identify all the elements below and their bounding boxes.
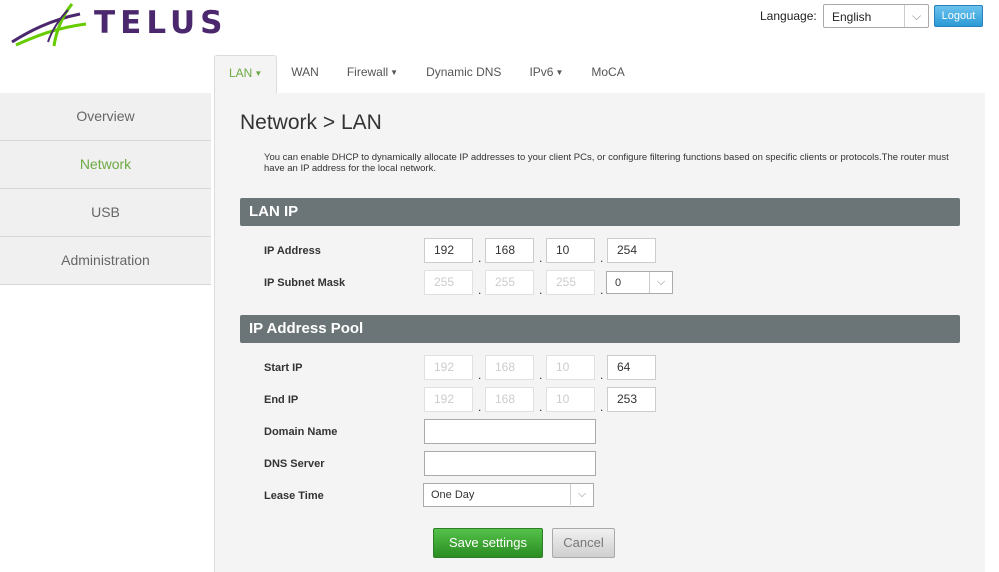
sidebar-item-overview[interactable]: Overview bbox=[0, 93, 211, 141]
chevron-down-icon: ⌵ bbox=[570, 484, 593, 505]
tab-ipv6-label: IPv6 bbox=[529, 65, 554, 79]
end-ip-label: End IP bbox=[264, 394, 299, 406]
caret-down-icon: ▼ bbox=[254, 69, 263, 78]
subnet-mask-octet-1: 255 bbox=[424, 270, 473, 295]
telus-logo: TELUS bbox=[10, 2, 235, 48]
section-ip-address-pool: IP Address Pool bbox=[240, 315, 960, 343]
domain-name-input[interactable] bbox=[424, 419, 596, 444]
caret-down-icon: ▼ bbox=[390, 68, 399, 77]
ip-address-label: IP Address bbox=[264, 245, 321, 257]
tab-moca[interactable]: MoCA bbox=[577, 55, 638, 93]
sidebar-item-network[interactable]: Network bbox=[0, 141, 211, 189]
tab-moca-label: MoCA bbox=[591, 65, 625, 79]
tab-dynamic-dns-label: Dynamic DNS bbox=[426, 65, 502, 79]
octet-separator: . bbox=[478, 251, 482, 265]
page-title: Network > LAN bbox=[240, 111, 382, 134]
octet-separator: . bbox=[539, 400, 543, 414]
subnet-mask-octet-4-select[interactable]: 0 ⌵ bbox=[606, 271, 673, 294]
logout-button[interactable]: Logout bbox=[934, 5, 983, 27]
octet-separator: . bbox=[478, 368, 482, 382]
subnet-mask-octet-4-value: 0 bbox=[615, 277, 622, 289]
ip-address-octet-3[interactable]: 10 bbox=[546, 238, 595, 263]
language-label: Language: bbox=[760, 9, 817, 23]
tab-lan-label: LAN bbox=[229, 66, 253, 80]
tab-firewall[interactable]: Firewall ▼ bbox=[333, 55, 412, 93]
tab-dynamic-dns[interactable]: Dynamic DNS bbox=[412, 55, 515, 93]
octet-separator: . bbox=[478, 400, 482, 414]
end-ip-octet-2: 168 bbox=[485, 387, 534, 412]
lease-time-label: Lease Time bbox=[264, 490, 324, 502]
start-ip-label: Start IP bbox=[264, 362, 303, 374]
octet-separator: . bbox=[539, 283, 543, 297]
tab-firewall-label: Firewall bbox=[346, 65, 389, 79]
main-content: Network > LAN You can enable DHCP to dyn… bbox=[214, 93, 985, 572]
start-ip-octet-4[interactable]: 64 bbox=[607, 355, 656, 380]
octet-separator: . bbox=[539, 251, 543, 265]
end-ip-octet-3: 10 bbox=[546, 387, 595, 412]
page-description: You can enable DHCP to dynamically alloc… bbox=[264, 152, 949, 174]
subnet-mask-label: IP Subnet Mask bbox=[264, 277, 346, 289]
domain-name-label: Domain Name bbox=[264, 426, 338, 438]
end-ip-octet-1: 192 bbox=[424, 387, 473, 412]
octet-separator: . bbox=[478, 283, 482, 297]
start-ip-octet-3: 10 bbox=[546, 355, 595, 380]
sidebar: Overview Network USB Administration bbox=[0, 93, 211, 285]
dns-server-input[interactable] bbox=[424, 451, 596, 476]
language-value: English bbox=[832, 10, 872, 24]
ip-address-octet-4[interactable]: 254 bbox=[607, 238, 656, 263]
ip-address-octet-1[interactable]: 192 bbox=[424, 238, 473, 263]
end-ip-octet-4[interactable]: 253 bbox=[607, 387, 656, 412]
chevron-down-icon: ⌵ bbox=[649, 272, 672, 293]
lease-time-select[interactable]: One Day ⌵ bbox=[423, 483, 594, 507]
chevron-down-icon: ⌵ bbox=[904, 5, 928, 27]
section-lan-ip: LAN IP bbox=[240, 198, 960, 226]
telus-swoosh-icon bbox=[11, 3, 87, 47]
octet-separator: . bbox=[600, 283, 604, 297]
caret-down-icon: ▼ bbox=[555, 68, 564, 77]
save-settings-button[interactable]: Save settings bbox=[433, 528, 543, 558]
cancel-button[interactable]: Cancel bbox=[552, 528, 615, 558]
octet-separator: . bbox=[600, 400, 604, 414]
brand-wordmark: TELUS bbox=[94, 5, 228, 41]
octet-separator: . bbox=[539, 368, 543, 382]
top-nav-tabs: LAN ▼ WAN Firewall ▼ Dynamic DNS IPv6 ▼ MoC… bbox=[214, 55, 639, 93]
tab-ipv6[interactable]: IPv6 ▼ bbox=[515, 55, 577, 93]
tab-wan[interactable]: WAN bbox=[277, 55, 333, 93]
sidebar-item-usb[interactable]: USB bbox=[0, 189, 211, 237]
subnet-mask-octet-3: 255 bbox=[546, 270, 595, 295]
tab-lan[interactable]: LAN ▼ bbox=[214, 55, 278, 93]
start-ip-octet-1: 192 bbox=[424, 355, 473, 380]
subnet-mask-octet-2: 255 bbox=[485, 270, 534, 295]
dns-server-label: DNS Server bbox=[264, 458, 325, 470]
sidebar-item-administration[interactable]: Administration bbox=[0, 237, 211, 285]
octet-separator: . bbox=[600, 251, 604, 265]
lease-time-value: One Day bbox=[431, 489, 475, 501]
octet-separator: . bbox=[600, 368, 604, 382]
start-ip-octet-2: 168 bbox=[485, 355, 534, 380]
language-select[interactable]: English ⌵ bbox=[823, 4, 929, 28]
tab-wan-label: WAN bbox=[291, 65, 319, 79]
ip-address-octet-2[interactable]: 168 bbox=[485, 238, 534, 263]
